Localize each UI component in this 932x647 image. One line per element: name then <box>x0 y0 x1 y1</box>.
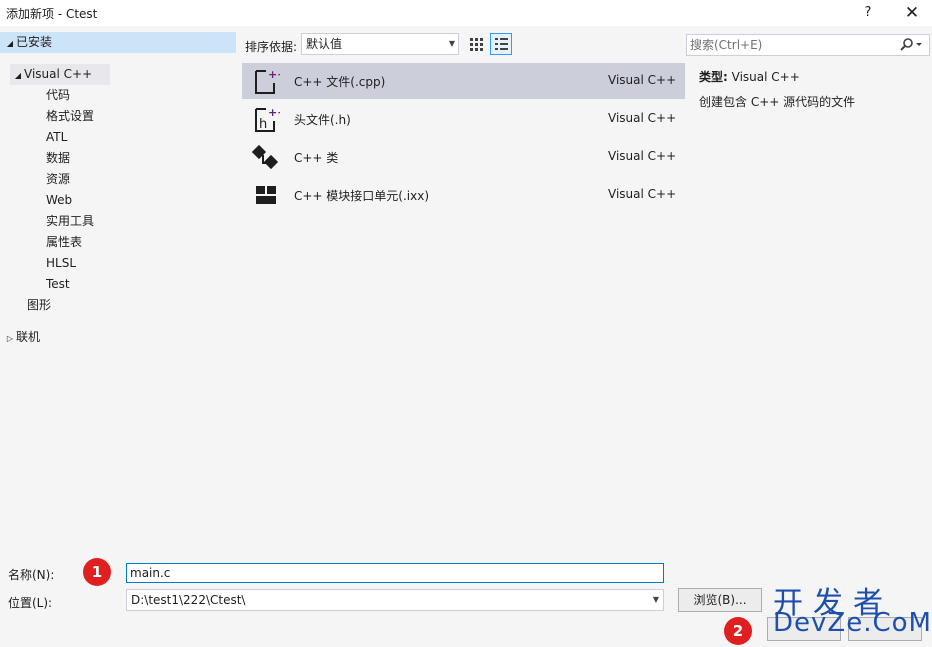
search-input[interactable] <box>690 37 900 53</box>
svg-text:h: h <box>259 117 267 132</box>
type-value: Visual C++ <box>731 70 800 84</box>
location-value: D:\test1\222\Ctest\ <box>131 593 246 607</box>
template-language: Visual C++ <box>608 187 677 201</box>
header-file-icon: h ++ <box>255 106 280 132</box>
grid-view-button[interactable] <box>465 33 487 55</box>
browse-button[interactable]: 浏览(B)... <box>678 588 762 612</box>
svg-text:++: ++ <box>268 68 280 81</box>
template-language: Visual C++ <box>608 73 677 87</box>
type-label: 类型: <box>699 70 728 84</box>
sort-label: 排序依据: <box>245 40 298 54</box>
name-label: 名称(N): <box>8 568 55 582</box>
tree-item-label: 已安装 <box>16 35 53 49</box>
tree-item-data[interactable]: 数据 <box>46 148 70 169</box>
template-language: Visual C++ <box>608 149 677 163</box>
tree-item-visual-cpp[interactable]: ◢ Visual C++ <box>10 64 110 85</box>
grid-view-icon <box>470 38 483 51</box>
templates-panel: 排序依据: 默认值 ▼ ++ C++ 文件(.cpp) Visual C++ h… <box>242 30 685 556</box>
annotation-badge-1: 1 <box>83 558 111 586</box>
module-icon <box>256 186 276 204</box>
tree-item-utilities[interactable]: 实用工具 <box>46 211 94 232</box>
sort-value: 默认值 <box>306 37 343 51</box>
template-description: 创建包含 C++ 源代码的文件 <box>699 95 856 109</box>
watermark: 开发者 DevZe.CoM <box>773 578 932 640</box>
close-button[interactable]: ✕ <box>900 3 924 23</box>
collapse-triangle-icon: ◢ <box>14 71 22 80</box>
tree-item-installed[interactable]: ◢ 已安装 <box>0 32 236 53</box>
tree-item-online[interactable]: ▷ 联机 <box>2 327 40 348</box>
tree-item-hlsl[interactable]: HLSL <box>46 253 76 274</box>
window-title: 添加新项 - Ctest <box>6 7 98 21</box>
chevron-down-icon[interactable]: ▼ <box>653 590 659 610</box>
class-icon <box>252 144 279 170</box>
template-name: C++ 模块接口单元(.ixx) <box>294 189 430 203</box>
details-panel: 类型: Visual C++ 创建包含 C++ 源代码的文件 <box>686 30 932 556</box>
search-box[interactable] <box>686 34 930 56</box>
tree-item-label: 联机 <box>16 330 41 344</box>
template-name: 头文件(.h) <box>294 113 351 127</box>
tree-item-label: Visual C++ <box>24 67 93 81</box>
tree-item-formatting[interactable]: 格式设置 <box>46 106 94 127</box>
name-input[interactable] <box>126 563 664 583</box>
title-bar: 添加新项 - Ctest ? ✕ <box>0 0 932 26</box>
annotation-badge-2: 2 <box>724 617 752 645</box>
location-input[interactable]: D:\test1\222\Ctest\ ▼ <box>126 589 664 611</box>
tree-item-web[interactable]: Web <box>46 190 72 211</box>
list-view-button[interactable] <box>490 33 512 55</box>
template-item-cpp-file[interactable]: ++ C++ 文件(.cpp) Visual C++ <box>242 63 685 99</box>
template-name: C++ 类 <box>294 151 339 165</box>
tree-item-test[interactable]: Test <box>46 274 70 295</box>
expand-triangle-icon: ▷ <box>6 334 14 343</box>
search-icon[interactable] <box>899 37 925 53</box>
template-item-module-unit[interactable]: C++ 模块接口单元(.ixx) Visual C++ <box>242 177 685 213</box>
tree-item-graphics[interactable]: 图形 <box>27 295 51 316</box>
tree-item-atl[interactable]: ATL <box>46 127 67 148</box>
collapse-triangle-icon: ◢ <box>6 39 14 48</box>
template-item-cpp-class[interactable]: C++ 类 Visual C++ <box>242 139 685 175</box>
watermark-en: DevZe.CoM <box>773 608 932 638</box>
tree-item-code[interactable]: 代码 <box>46 85 70 106</box>
svg-text:++: ++ <box>268 106 280 119</box>
template-name: C++ 文件(.cpp) <box>294 75 386 89</box>
sort-dropdown[interactable]: 默认值 ▼ <box>301 33 459 55</box>
tree-item-resources[interactable]: 资源 <box>46 169 70 190</box>
tree-item-property-sheets[interactable]: 属性表 <box>46 232 82 253</box>
location-label: 位置(L): <box>8 596 53 610</box>
list-view-icon <box>495 38 508 50</box>
template-item-header-file[interactable]: h ++ 头文件(.h) Visual C++ <box>242 101 685 137</box>
help-button[interactable]: ? <box>858 3 878 23</box>
category-tree: ◢ 已安装 ◢ Visual C++ 代码 格式设置 ATL 数据 资源 Web 实… <box>0 30 236 556</box>
template-language: Visual C++ <box>608 111 677 125</box>
template-type-line: 类型: Visual C++ <box>699 68 800 85</box>
cpp-file-icon: ++ <box>255 68 280 94</box>
chevron-down-icon: ▼ <box>448 39 455 48</box>
